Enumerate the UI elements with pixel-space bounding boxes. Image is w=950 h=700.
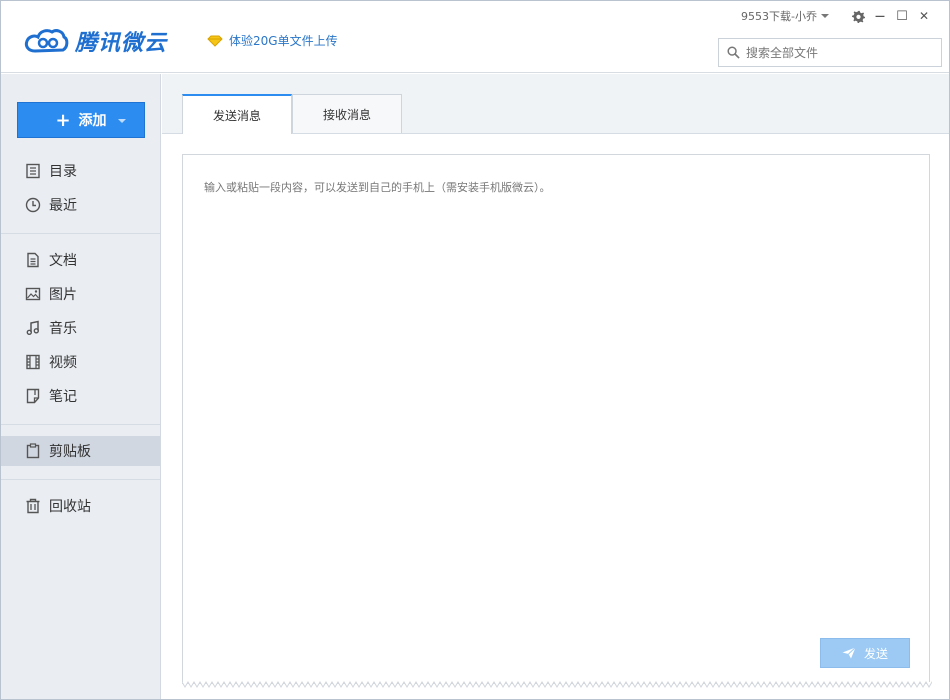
plus-icon: + xyxy=(55,109,71,131)
sidebar-item-notes[interactable]: 笔记 xyxy=(1,381,160,411)
add-button-label: 添加 xyxy=(78,113,107,129)
minimize-icon: — xyxy=(875,10,885,22)
message-editor[interactable]: 输入或粘贴一段内容，可以发送到自己的手机上（需安装手机版微云）。 发送 xyxy=(182,154,932,688)
settings-button[interactable] xyxy=(847,7,869,25)
chevron-down-icon xyxy=(821,14,829,18)
sidebar-item-label: 回收站 xyxy=(49,499,91,515)
tab-label: 发送消息 xyxy=(212,108,261,123)
tab-bar: 发送消息 接收消息 xyxy=(182,94,402,134)
send-button[interactable]: 发送 xyxy=(820,638,910,668)
trash-icon xyxy=(26,498,40,514)
sidebar-item-label: 图片 xyxy=(49,287,77,303)
search-icon xyxy=(727,46,740,59)
minimize-button[interactable]: — xyxy=(869,7,891,25)
sidebar-item-label: 文档 xyxy=(49,253,77,269)
torn-edge-decoration xyxy=(182,681,932,688)
image-icon xyxy=(25,287,41,301)
sidebar-divider xyxy=(1,424,160,425)
chevron-down-icon xyxy=(118,119,126,123)
sidebar-item-label: 音乐 xyxy=(49,321,77,337)
list-icon xyxy=(26,163,40,179)
sidebar-item-recent[interactable]: 最近 xyxy=(1,190,160,220)
editor-placeholder: 输入或粘贴一段内容，可以发送到自己的手机上（需安装手机版微云）。 xyxy=(204,181,551,194)
film-icon xyxy=(26,354,40,370)
search-input[interactable] xyxy=(746,45,936,60)
music-icon xyxy=(26,320,40,336)
sidebar-item-recycle-bin[interactable]: 回收站 xyxy=(1,491,160,521)
note-icon xyxy=(26,388,40,404)
add-button[interactable]: + 添加 xyxy=(17,102,145,138)
cloud-logo-icon xyxy=(24,29,69,53)
close-icon: ✕ xyxy=(918,9,930,23)
sidebar-item-clipboard[interactable]: 剪贴板 xyxy=(1,436,160,466)
user-name: 9553下载-小乔 xyxy=(741,10,817,23)
send-button-label: 发送 xyxy=(863,646,888,661)
logo: 腾讯微云 xyxy=(23,25,167,57)
sidebar-item-label: 笔记 xyxy=(49,389,77,405)
sidebar-item-images[interactable]: 图片 xyxy=(1,279,160,309)
sidebar-item-label: 最近 xyxy=(49,198,77,214)
sidebar: + 添加 目录 最近 文档 图片 音乐 视频 笔记 剪贴板 回收站 xyxy=(1,74,161,699)
maximize-icon: ☐ xyxy=(896,8,908,24)
clipboard-icon xyxy=(26,443,40,459)
user-menu[interactable]: 9553下载-小乔 xyxy=(741,8,829,24)
sidebar-item-documents[interactable]: 文档 xyxy=(1,245,160,275)
sidebar-item-label: 目录 xyxy=(49,164,77,180)
sidebar-item-catalog[interactable]: 目录 xyxy=(1,156,160,186)
maximize-button[interactable]: ☐ xyxy=(891,7,913,25)
logo-text: 腾讯微云 xyxy=(75,31,168,56)
promo-link[interactable]: 体验20G单文件上传 xyxy=(207,32,338,49)
close-button[interactable]: ✕ xyxy=(913,7,935,25)
sidebar-item-label: 视频 xyxy=(49,355,77,371)
sidebar-item-music[interactable]: 音乐 xyxy=(1,313,160,343)
gear-icon xyxy=(851,10,865,23)
sidebar-item-label: 剪贴板 xyxy=(49,444,91,460)
paper-plane-icon xyxy=(842,647,856,659)
search-box[interactable] xyxy=(718,38,942,67)
sidebar-divider xyxy=(1,479,160,480)
title-bar-controls: 9553下载-小乔 — ☐ ✕ xyxy=(741,7,935,25)
tab-send-message[interactable]: 发送消息 xyxy=(182,94,292,134)
sidebar-item-video[interactable]: 视频 xyxy=(1,347,160,377)
tab-label: 接收消息 xyxy=(322,107,371,122)
clock-icon xyxy=(25,197,41,213)
header: 腾讯微云 体验20G单文件上传 9553下载-小乔 — ☐ ✕ 搜索全部文件 xyxy=(1,1,949,73)
sidebar-divider xyxy=(1,233,160,234)
promo-text: 体验20G单文件上传 xyxy=(229,34,338,48)
main-panel: 发送消息 接收消息 输入或粘贴一段内容，可以发送到自己的手机上（需安装手机版微云… xyxy=(162,74,949,699)
app-window: 腾讯微云 体验20G单文件上传 9553下载-小乔 — ☐ ✕ 搜索全部文件 +… xyxy=(0,0,950,700)
diamond-icon xyxy=(207,35,223,47)
document-icon xyxy=(27,252,39,268)
tab-receive-message[interactable]: 接收消息 xyxy=(292,94,402,133)
